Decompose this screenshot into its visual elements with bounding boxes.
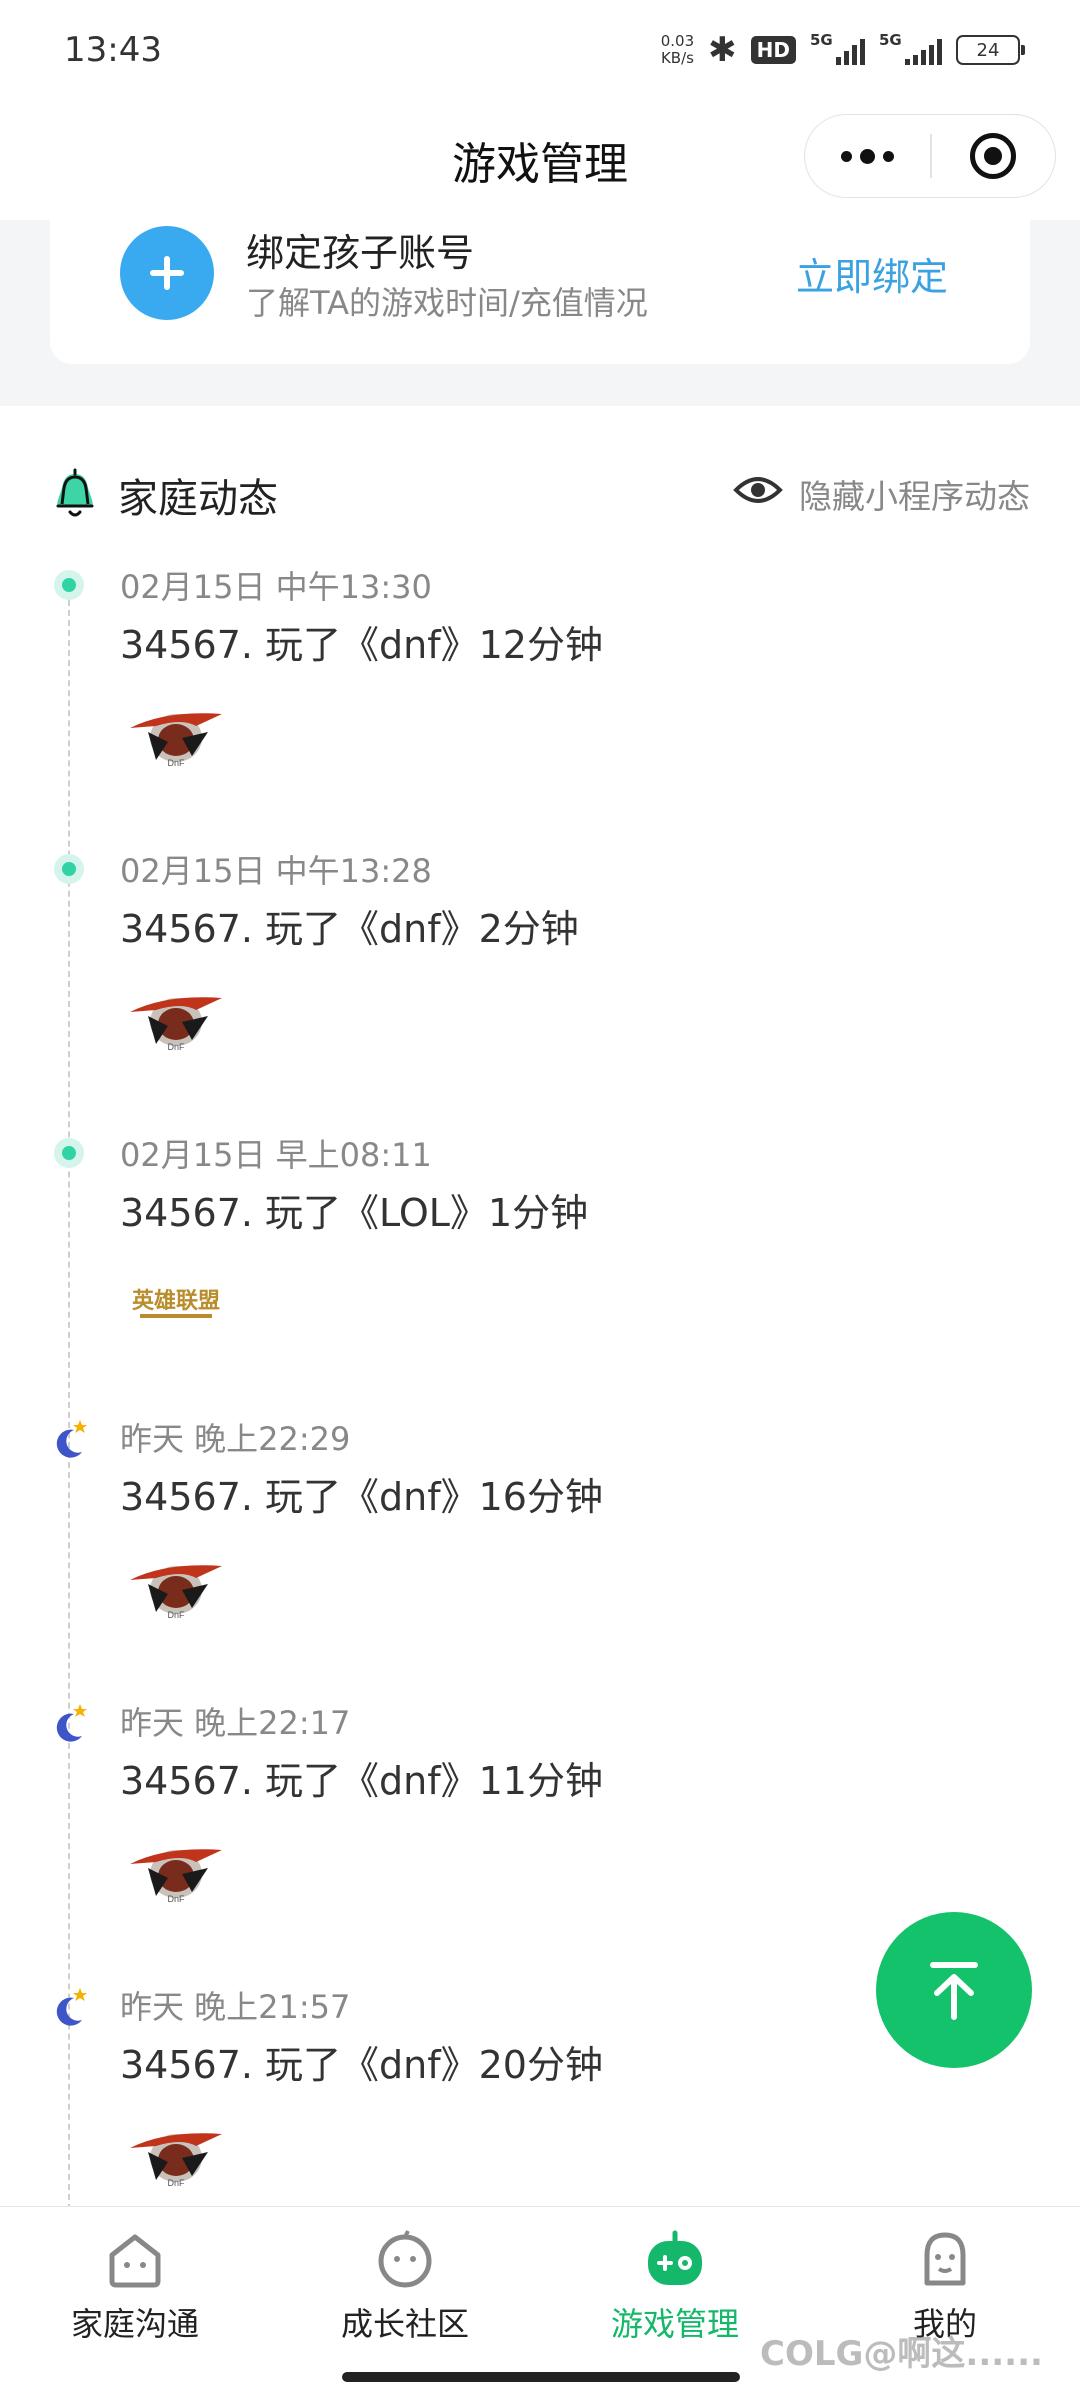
lol-game-icon: 英雄联盟 (132, 1288, 220, 1318)
gamepad-icon (648, 2230, 702, 2285)
family-dynamics-header: 家庭动态 隐藏小程序动态 (0, 460, 1080, 530)
entry-text: 34567. 玩了《dnf》20分钟 (120, 2043, 603, 2087)
entry-text: 34567. 玩了《dnf》11分钟 (120, 1759, 603, 1803)
more-dot-icon (860, 148, 876, 164)
dnf-game-icon: DnF (126, 982, 226, 1054)
home-indicator[interactable] (342, 2372, 740, 2382)
svg-text:DnF: DnF (167, 758, 185, 768)
signal-icon: 5G (810, 31, 865, 65)
timeline-dot-icon (54, 854, 84, 884)
entry-time: 02月15日 中午13:28 (120, 852, 432, 890)
timeline-dot-icon (54, 1138, 84, 1168)
watermark: COLG@啊这...... (760, 2334, 1043, 2374)
timeline-entry: 02月15日 中午13:28 34567. 玩了《dnf》2分钟 DnF (0, 846, 1080, 1126)
back-to-top-button[interactable] (876, 1912, 1032, 2068)
entry-text: 34567. 玩了《dnf》12分钟 (120, 623, 603, 667)
dnf-game-icon: DnF (126, 1834, 226, 1906)
bind-now-button[interactable]: 立即绑定 (796, 246, 948, 301)
bind-title: 绑定孩子账号 (246, 231, 475, 275)
moon-star-icon (56, 1988, 87, 2026)
network-speed: 0.03 KB/s (660, 32, 695, 67)
entry-time: 昨天 晚上22:29 (120, 1420, 351, 1458)
nav-label: 成长社区 (340, 2305, 469, 2343)
timeline-entry: 昨天 晚上22:29 34567. 玩了《dnf》16分钟 DnF (0, 1414, 1080, 1694)
nav-growth-community[interactable]: 成长社区 (270, 2227, 540, 2347)
person-icon (924, 2232, 966, 2286)
dnf-game-icon: DnF (126, 1550, 226, 1622)
close-mini-program-button[interactable] (932, 114, 1055, 198)
nav-label: 家庭沟通 (70, 2305, 199, 2343)
dnf-game-icon: DnF (126, 698, 226, 770)
bluetooth-icon: ✱ (708, 30, 737, 70)
svg-text:DnF: DnF (167, 1610, 185, 1620)
dnf-game-icon: DnF (126, 2118, 226, 2190)
svg-text:DnF: DnF (167, 1894, 185, 1904)
timeline-entry: 02月15日 早上08:11 34567. 玩了《LOL》1分钟英雄联盟 (0, 1130, 1080, 1410)
entry-time: 02月15日 早上08:11 (120, 1136, 432, 1174)
entry-text: 34567. 玩了《dnf》16分钟 (120, 1475, 603, 1519)
nav-family-chat[interactable]: 家庭沟通 (0, 2227, 270, 2347)
hide-toggle-label: 隐藏小程序动态 (799, 477, 1030, 516)
entry-time: 02月15日 中午13:30 (120, 568, 432, 606)
svg-text:DnF: DnF (167, 1042, 185, 1052)
entry-text: 34567. 玩了《dnf》2分钟 (120, 907, 579, 951)
status-bar: 13:43 0.03 KB/s ✱ HD 5G 5G 24 (0, 0, 1080, 100)
entry-text: 34567. 玩了《LOL》1分钟 (120, 1191, 589, 1235)
home-chat-icon (109, 2234, 161, 2288)
section-title: 家庭动态 (118, 476, 278, 522)
more-options-button[interactable] (805, 114, 930, 198)
hd-badge: HD (750, 36, 796, 64)
arrow-up-icon (930, 1962, 978, 2020)
capsule-menu (804, 114, 1056, 198)
moon-star-icon (56, 1704, 87, 1742)
target-icon (970, 133, 1017, 179)
status-icons: 0.03 KB/s ✱ HD 5G 5G 24 (660, 30, 1025, 70)
signal-icon-2: 5G (879, 31, 942, 65)
mini-program-header: 游戏管理 (0, 100, 1080, 220)
bell-icon (56, 468, 94, 517)
more-dot-icon (883, 150, 895, 162)
svg-text:英雄联盟: 英雄联盟 (132, 1288, 220, 1313)
face-icon (378, 2230, 432, 2288)
more-dot-icon (841, 150, 853, 162)
moon-star-icon (56, 1420, 87, 1458)
timeline-dot-icon (54, 570, 84, 600)
status-time: 13:43 (64, 30, 162, 70)
plus-icon[interactable] (120, 226, 214, 320)
battery-icon: 24 (956, 35, 1025, 65)
hide-mini-program-dynamics-toggle[interactable]: 隐藏小程序动态 (733, 470, 1030, 518)
entry-time: 昨天 晚上21:57 (120, 1988, 351, 2026)
timeline-entry: 02月15日 中午13:30 34567. 玩了《dnf》12分钟 DnF (0, 562, 1080, 842)
bind-subtitle: 了解TA的游戏时间/充值情况 (246, 284, 648, 322)
entry-time: 昨天 晚上22:17 (120, 1704, 351, 1742)
eye-icon (733, 472, 783, 516)
svg-text:DnF: DnF (167, 2178, 185, 2188)
bind-child-card: 绑定孩子账号 了解TA的游戏时间/充值情况 立即绑定 (50, 220, 1030, 364)
